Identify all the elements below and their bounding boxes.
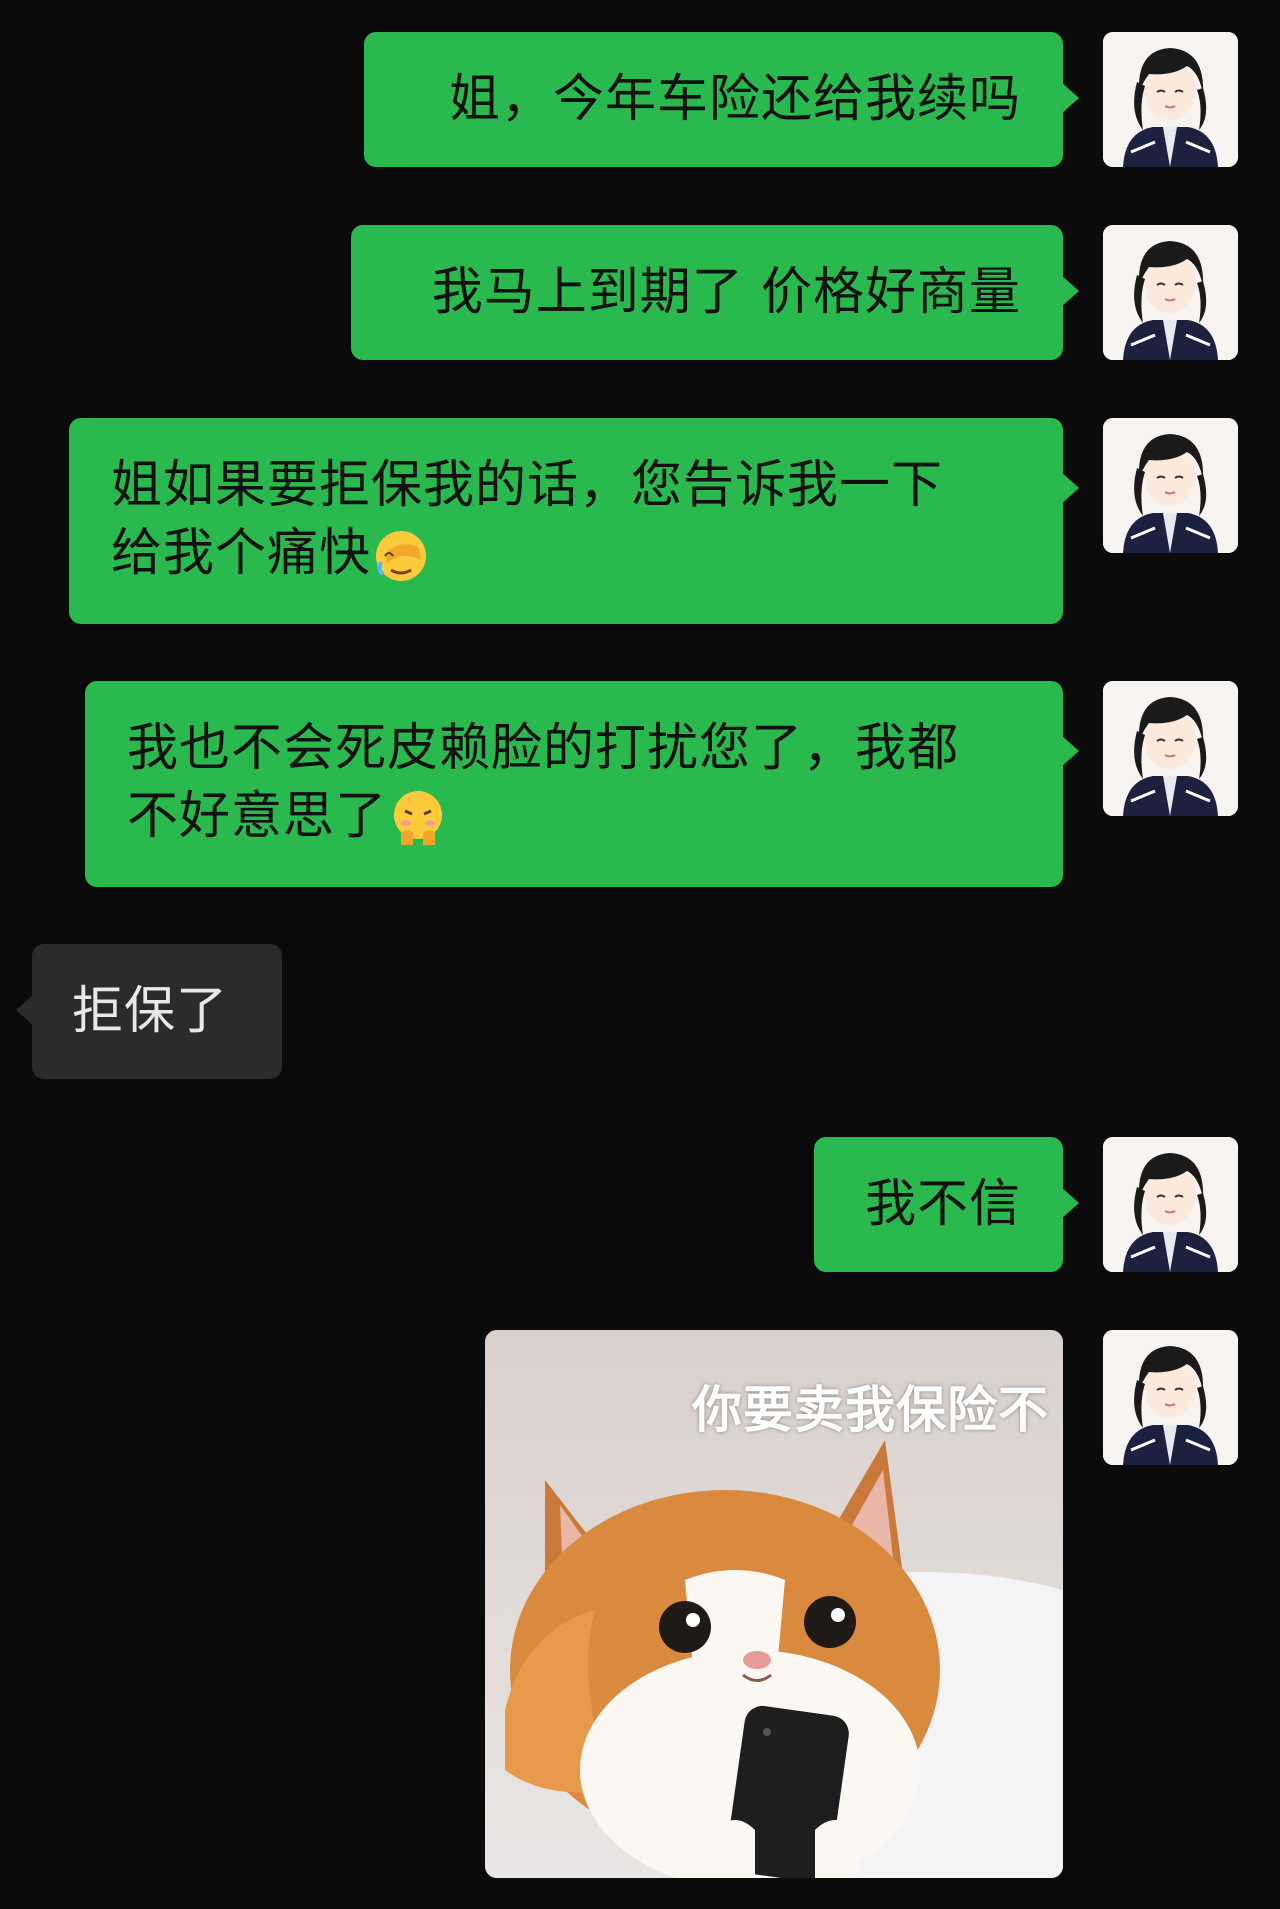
message-bubble-outgoing[interactable]: 我马上到期了 价格好商量 xyxy=(351,225,1079,360)
message-line-1: 我也不会死皮赖脸的打扰您了，我都 xyxy=(127,719,960,778)
avatar[interactable] xyxy=(1103,1330,1238,1465)
sticker-image[interactable]: 你要卖我保险不 xyxy=(485,1330,1063,1878)
avatar[interactable] xyxy=(1103,1137,1238,1272)
shy-face-emoji-icon xyxy=(387,787,449,857)
sticker-caption: 你要卖我保险不 xyxy=(692,1381,1049,1439)
facepalm-emoji-icon xyxy=(371,526,431,594)
avatar-girl-icon xyxy=(1103,225,1238,360)
avatar-girl-icon xyxy=(1103,418,1238,553)
message-bubble-outgoing[interactable]: 我不信 xyxy=(814,1137,1079,1272)
message-text: 我也不会死皮赖脸的打扰您了，我都 不好意思了 xyxy=(127,715,959,857)
message-bubble-outgoing[interactable]: 我也不会死皮赖脸的打扰您了，我都 不好意思了 xyxy=(85,681,1079,887)
avatar-girl-icon xyxy=(1103,681,1238,816)
message-bubble-outgoing[interactable]: 姐如果要拒保我的话，您告诉我一下 给我个痛快 xyxy=(69,418,1079,624)
avatar[interactable] xyxy=(1103,681,1238,816)
message-text: 我不信 xyxy=(864,1174,1021,1234)
avatar[interactable] xyxy=(1103,225,1238,360)
avatar-girl-icon xyxy=(1103,1137,1238,1272)
avatar[interactable] xyxy=(1103,418,1238,553)
message-bubble-incoming[interactable]: 拒保了 xyxy=(16,944,282,1079)
message-line-2: 不好意思了 xyxy=(127,783,959,857)
message-text: 我马上到期了 价格好商量 xyxy=(431,262,1021,322)
message-line-1: 姐如果要拒保我的话，您告诉我一下 xyxy=(111,456,944,515)
avatar-girl-icon xyxy=(1103,32,1238,167)
message-text: 姐，今年车险还给我续吗 xyxy=(448,69,1021,129)
message-bubble-outgoing[interactable]: 姐，今年车险还给我续吗 xyxy=(364,32,1079,167)
avatar-girl-icon xyxy=(1103,1330,1238,1465)
message-line-2: 给我个痛快 xyxy=(111,520,943,594)
message-text: 姐如果要拒保我的话，您告诉我一下 给我个痛快 xyxy=(111,452,943,594)
chat-thread: 姐，今年车险还给我续吗 我马上到期了 价格好商量 姐如果要拒保我的话，您告诉我一… xyxy=(0,0,1280,1909)
avatar[interactable] xyxy=(1103,32,1238,167)
message-text: 拒保了 xyxy=(72,981,229,1041)
